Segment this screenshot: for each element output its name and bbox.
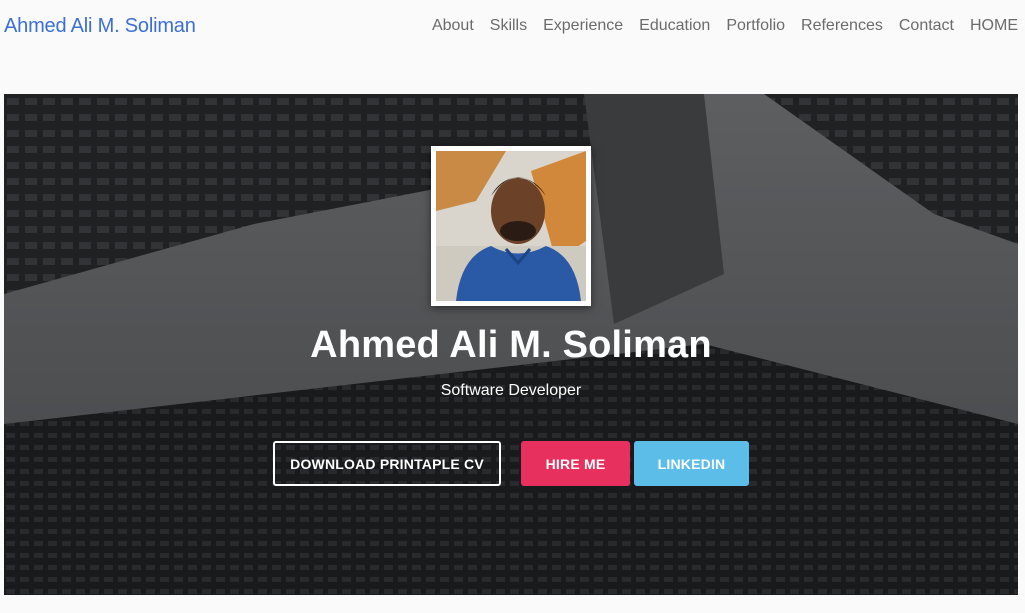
nav-link-skills[interactable]: Skills (490, 17, 527, 35)
nav-link-experience[interactable]: Experience (543, 17, 623, 35)
nav-link-about[interactable]: About (432, 17, 474, 35)
nav-link-education[interactable]: Education (639, 17, 710, 35)
nav-link-references[interactable]: References (801, 17, 883, 35)
nav-links: About Skills Experience Education Portfo… (416, 17, 1018, 35)
hire-me-button[interactable]: HIRE ME (521, 441, 630, 486)
top-navbar: Ahmed Ali M. Soliman About Skills Experi… (0, 0, 1025, 52)
brand-link[interactable]: Ahmed Ali M. Soliman (4, 15, 196, 38)
nav-link-home[interactable]: HOME (970, 17, 1018, 35)
profile-avatar-image (436, 151, 586, 301)
download-cv-button[interactable]: DOWNLOAD PRINTAPLE CV (273, 441, 501, 486)
hero-role: Software Developer (440, 382, 582, 399)
nav-link-portfolio[interactable]: Portfolio (726, 17, 785, 35)
nav-link-contact[interactable]: Contact (899, 17, 954, 35)
linkedin-button[interactable]: LINKEDIN (634, 441, 749, 486)
hero-section: Ahmed Ali M. Soliman Software Developer … (4, 94, 1018, 595)
hero-name: Ahmed Ali M. Soliman (310, 324, 712, 366)
profile-photo (431, 146, 591, 306)
